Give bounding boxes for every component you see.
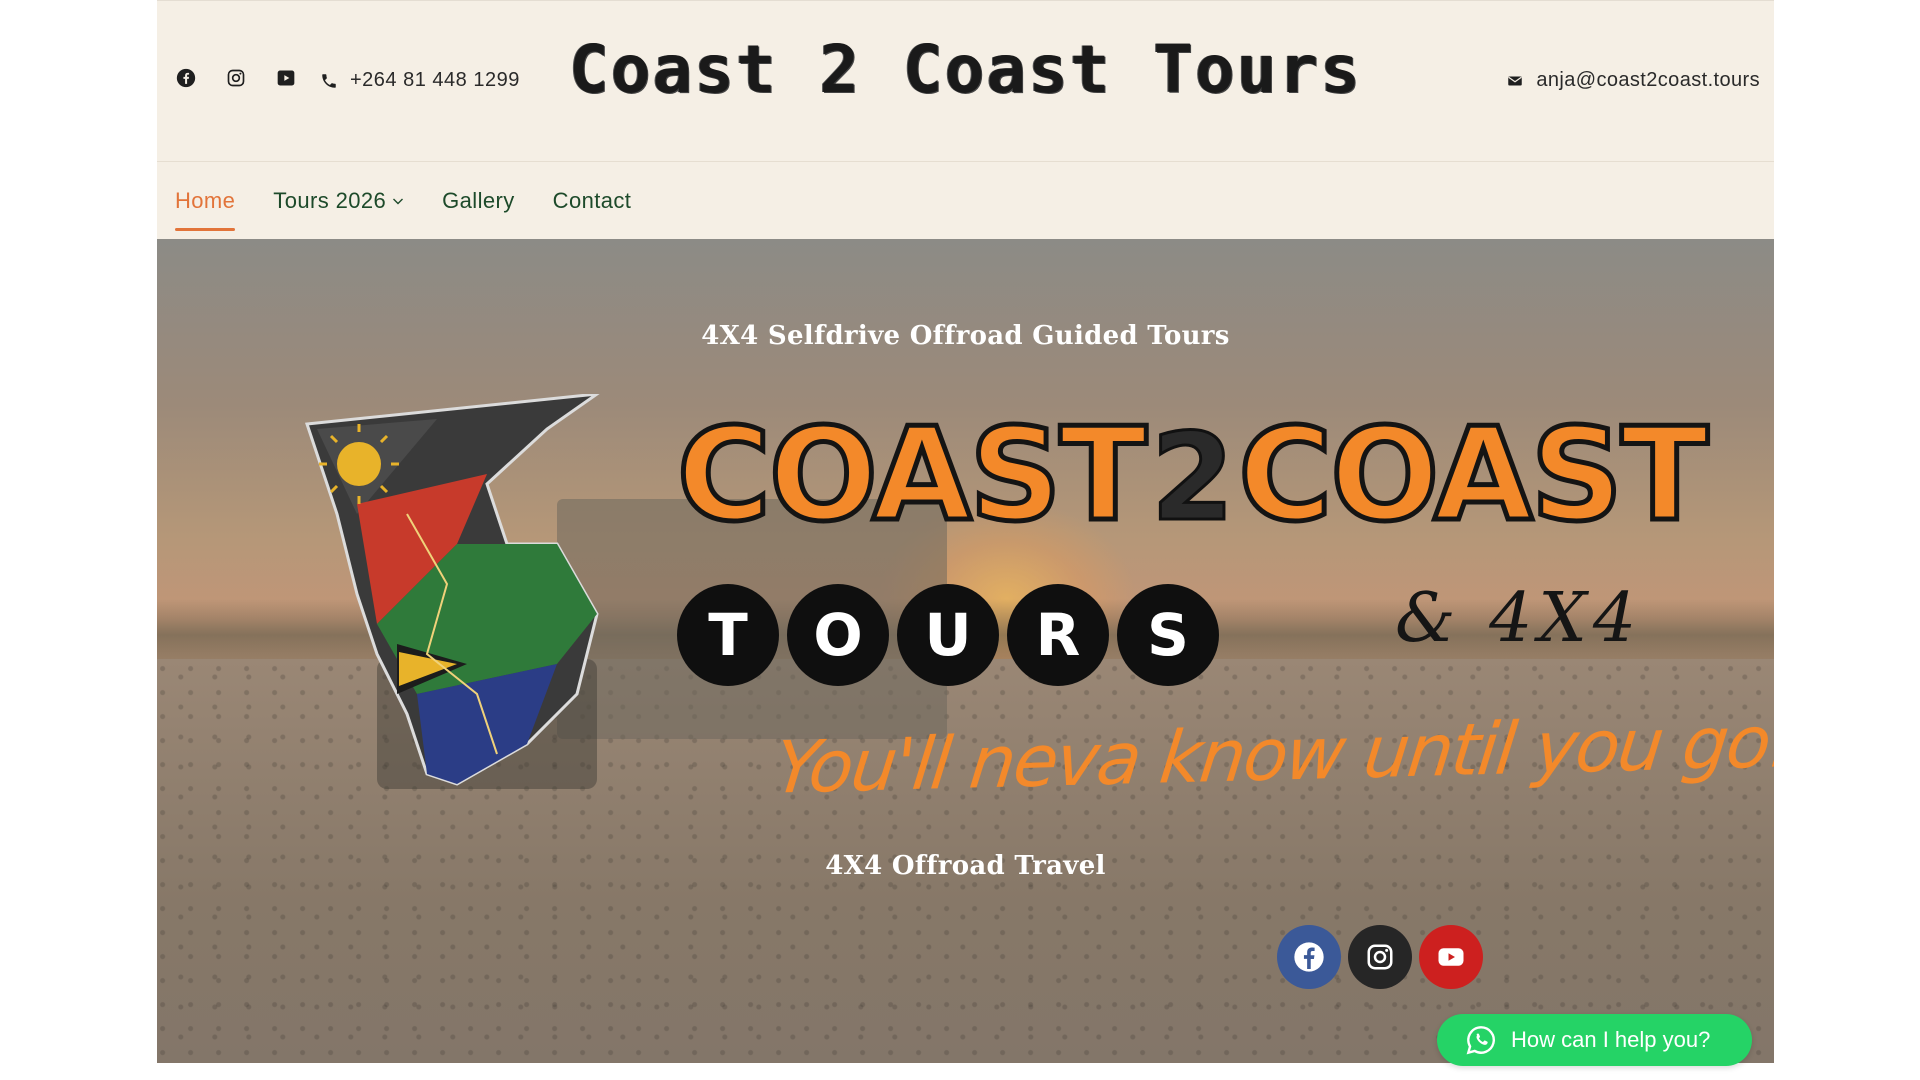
nav-item-label: Gallery [442, 188, 515, 213]
logo-wordmark: COAST2COAST [675, 409, 1711, 542]
nav-item-label: Contact [552, 188, 632, 213]
whatsapp-icon [1465, 1024, 1497, 1056]
nav-item-home[interactable]: Home [175, 188, 236, 231]
coast2coast-logo: COAST2COAST T O U R S & 4X4 You'll neva … [297, 394, 1774, 814]
facebook-icon [1294, 942, 1324, 972]
hero-banner: 4X4 Selfdrive Offroad Guided Tours COAST… [157, 239, 1774, 1063]
logo-tours-letter: T [677, 584, 779, 686]
logo-tours-letter: S [1117, 584, 1219, 686]
logo-tours-letter: R [1007, 584, 1109, 686]
logo-word-left: COAST [675, 401, 1150, 550]
nav-item-contact[interactable]: Contact [553, 188, 632, 214]
nav-item-tours[interactable]: Tours 2026 [273, 188, 404, 214]
logo-tours-circles: T O U R S [677, 584, 1227, 686]
logo-tours-letter: U [897, 584, 999, 686]
hero-facebook-button[interactable] [1277, 925, 1341, 989]
nav-item-label: Home [175, 188, 236, 213]
logo-tours-letter: O [787, 584, 889, 686]
chevron-down-icon [392, 195, 404, 207]
mail-icon [1506, 72, 1524, 90]
hero-subtitle-top: 4X4 Selfdrive Offroad Guided Tours [701, 321, 1230, 351]
email-address: anja@coast2coast.tours [1536, 69, 1760, 91]
whatsapp-chat-button[interactable]: How can I help you? [1437, 1014, 1752, 1066]
logo-word-right: COAST [1236, 401, 1711, 550]
nav-item-gallery[interactable]: Gallery [442, 188, 515, 214]
site-container: +264 81 448 1299 Coast 2 Coast Tours anj… [157, 0, 1774, 1063]
hero-instagram-button[interactable] [1348, 925, 1412, 989]
hero-subtitle-bottom: 4X4 Offroad Travel [825, 851, 1106, 881]
nav-item-label: Tours 2026 [273, 188, 387, 213]
instagram-icon [1367, 944, 1393, 970]
header-email[interactable]: anja@coast2coast.tours [1506, 69, 1760, 92]
logo-word-mid: 2 [1149, 409, 1235, 548]
logo-tagline: You'll neva know until you go!! [770, 698, 1774, 810]
youtube-icon [1438, 948, 1464, 966]
whatsapp-chat-label: How can I help you? [1511, 1027, 1711, 1052]
main-nav: Home Tours 2026 Gallery Contact [157, 163, 1774, 239]
hero-social-buttons [1277, 925, 1490, 989]
hero-youtube-button[interactable] [1419, 925, 1483, 989]
logo-4x4-suffix: & 4X4 [1395, 579, 1643, 658]
top-header: +264 81 448 1299 Coast 2 Coast Tours anj… [157, 0, 1774, 162]
namibia-south-africa-map-icon [304, 394, 600, 786]
